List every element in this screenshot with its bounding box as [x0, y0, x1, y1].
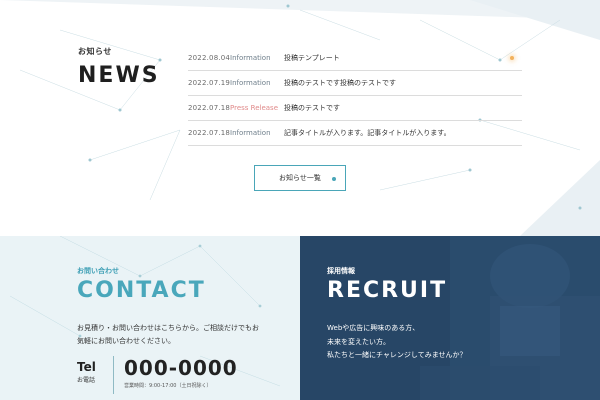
recruit-sub-heading: 採用情報	[327, 267, 355, 275]
news-item-title[interactable]: 投稿テンプレート	[284, 53, 340, 63]
news-list-button-label: お知らせ一覧	[279, 174, 321, 182]
news-category: Information	[230, 79, 271, 87]
news-heading: お知らせ NEWS	[78, 46, 160, 88]
contact-desc-line: 気軽にお問い合わせください。	[77, 337, 175, 345]
news-item[interactable]: 2022.07.19 Information 投稿のテストです投稿のテストです	[188, 71, 522, 96]
news-list: 2022.08.04 Information 投稿テンプレート 2022.07.…	[188, 46, 522, 146]
news-item[interactable]: 2022.07.18 Information 記事タイトルが入ります。記事タイト…	[188, 121, 522, 146]
contact-description: お見積り・お問い合わせはこちらから。ご相談だけでもお 気軽にお問い合わせください…	[77, 322, 287, 348]
contact-title: CONTACT	[77, 278, 206, 303]
news-date: 2022.07.18	[188, 129, 231, 137]
new-indicator-dot	[510, 56, 514, 60]
news-item[interactable]: 2022.07.18 Press Release 投稿のテストです	[188, 96, 522, 121]
news-list-button[interactable]: お知らせ一覧	[254, 165, 346, 191]
news-item[interactable]: 2022.08.04 Information 投稿テンプレート	[188, 46, 522, 71]
recruit-title: RECRUIT	[327, 278, 448, 303]
news-title: NEWS	[78, 63, 160, 88]
tel-sub-label: お電話	[77, 377, 96, 384]
recruit-desc-line: Webや広告に興味のある方、	[327, 324, 420, 332]
contact-section[interactable]: お問い合わせ CONTACT お見積り・お問い合わせはこちらから。ご相談だけでも…	[0, 236, 300, 400]
news-category: Information	[230, 54, 271, 62]
contact-sub-heading: お問い合わせ	[77, 267, 119, 275]
news-date: 2022.07.19	[188, 79, 231, 87]
office-photo-background	[300, 236, 600, 400]
news-category: Information	[230, 129, 271, 137]
tel-label: Tel	[77, 360, 96, 374]
news-item-title[interactable]: 記事タイトルが入ります。記事タイトルが入ります。	[284, 128, 451, 138]
tel-divider	[113, 356, 114, 394]
recruit-section[interactable]: 採用情報 RECRUIT Webや広告に興味のある方、 未来を変えたい方。 私た…	[300, 236, 600, 400]
dot-icon	[332, 177, 336, 181]
news-item-title[interactable]: 投稿のテストです投稿のテストです	[284, 78, 396, 88]
recruit-desc-line: 私たちと一緒にチャレンジしてみませんか？	[327, 351, 467, 359]
news-date: 2022.07.18	[188, 104, 231, 112]
news-section: お知らせ NEWS 2022.08.04 Information 投稿テンプレー…	[0, 0, 600, 236]
business-hours: 営業時間：9:00-17:00（土日祝除く）	[124, 383, 212, 389]
news-date: 2022.08.04	[188, 54, 231, 62]
phone-number[interactable]: 000-0000	[124, 356, 238, 380]
recruit-desc-line: 未来を変えたい方。	[327, 337, 390, 346]
tel-label-block: Tel お電話	[77, 360, 96, 384]
news-category: Press Release	[230, 104, 278, 112]
recruit-description: Webや広告に興味のある方、 未来を変えたい方。 私たちと一緒にチャレンジしてみ…	[327, 322, 547, 363]
contact-desc-line: お見積り・お問い合わせはこちらから。ご相談だけでもお	[77, 324, 259, 332]
news-sub-heading: お知らせ	[78, 47, 112, 56]
news-item-title[interactable]: 投稿のテストです	[284, 103, 340, 113]
